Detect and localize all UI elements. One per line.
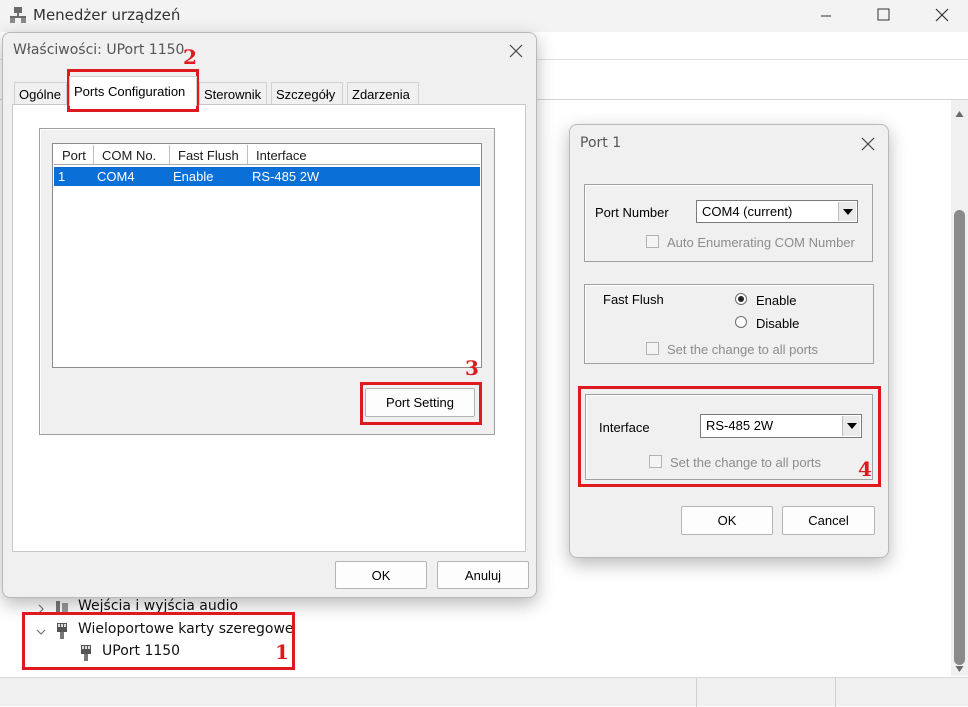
dialog-title: Właściwości: UPort 1150 xyxy=(13,42,185,58)
table-cell: Enable xyxy=(173,169,214,184)
cancel-button[interactable]: Cancel xyxy=(782,506,875,535)
fast-flush-enable-radio[interactable] xyxy=(735,293,747,305)
column-header[interactable]: Interface xyxy=(248,145,480,164)
column-header[interactable]: Port xyxy=(54,145,94,164)
ok-button[interactable]: OK xyxy=(335,561,427,589)
tab-ports-configuration[interactable]: Ports Configuration xyxy=(69,76,197,106)
fast-flush-enable-label: Enable xyxy=(756,293,797,308)
column-header[interactable]: COM No. xyxy=(94,145,170,164)
dropdown-value: COM4 (current) xyxy=(702,204,793,219)
annotation-number: 3 xyxy=(465,356,479,380)
scrollbar-thumb[interactable] xyxy=(954,210,965,665)
auto-enumerating-label: Auto Enumerating COM Number xyxy=(667,235,855,250)
device-manager-app-icon xyxy=(9,6,27,24)
table-cell: COM4 xyxy=(97,169,135,184)
port-number-dropdown[interactable]: COM4 (current) xyxy=(696,200,858,223)
annotation-number: 4 xyxy=(858,457,872,481)
radio-selected-dot xyxy=(738,296,744,302)
vertical-scrollbar[interactable] xyxy=(951,100,968,676)
chevron-down-icon[interactable] xyxy=(838,202,856,221)
device-manager-titlebar: Menedżer urządzeń xyxy=(0,0,968,32)
close-icon[interactable] xyxy=(860,136,876,152)
status-divider xyxy=(835,678,836,707)
tab-events[interactable]: Zdarzenia xyxy=(347,82,419,104)
fast-flush-label: Fast Flush xyxy=(603,292,664,307)
fast-flush-disable-label: Disable xyxy=(756,316,800,331)
annotation-number: 2 xyxy=(183,45,197,69)
tab-general[interactable]: Ogólne xyxy=(14,82,67,104)
close-icon[interactable] xyxy=(508,43,524,59)
port-number-label: Port Number xyxy=(595,205,669,220)
maximize-icon[interactable] xyxy=(868,4,898,26)
annotation-number: 1 xyxy=(275,640,289,664)
minimize-icon[interactable] xyxy=(811,4,841,26)
port-number-group xyxy=(584,184,873,262)
dialog-title: Port 1 xyxy=(580,135,622,151)
annotation-box-step3 xyxy=(360,382,482,425)
ok-button[interactable]: OK xyxy=(681,506,773,535)
annotation-box-step1 xyxy=(22,612,295,670)
cancel-button[interactable]: Anuluj xyxy=(437,561,529,589)
annotation-box-step4 xyxy=(578,386,881,487)
close-icon[interactable] xyxy=(927,4,957,26)
status-bar xyxy=(0,677,968,707)
fast-flush-all-ports-label: Set the change to all ports xyxy=(667,342,819,357)
status-divider xyxy=(696,678,697,707)
window-title: Menedżer urządzeń xyxy=(33,6,181,24)
chevron-right-icon[interactable] xyxy=(36,602,46,614)
fast-flush-all-ports-checkbox[interactable] xyxy=(646,342,659,355)
table-cell: RS-485 2W xyxy=(252,169,320,184)
tab-details[interactable]: Szczegóły xyxy=(271,82,343,104)
scroll-down-icon[interactable] xyxy=(955,661,964,672)
ports-list-header: Port COM No. Fast Flush Interface xyxy=(54,145,480,165)
fast-flush-disable-radio[interactable] xyxy=(735,316,747,328)
column-header[interactable]: Fast Flush xyxy=(170,145,248,164)
tab-driver[interactable]: Sterownik xyxy=(199,82,267,104)
scroll-up-icon[interactable] xyxy=(955,106,964,117)
table-row[interactable]: 1 COM4 Enable RS-485 2W xyxy=(54,167,480,186)
auto-enumerating-checkbox[interactable] xyxy=(646,235,659,248)
table-cell: 1 xyxy=(58,169,66,184)
